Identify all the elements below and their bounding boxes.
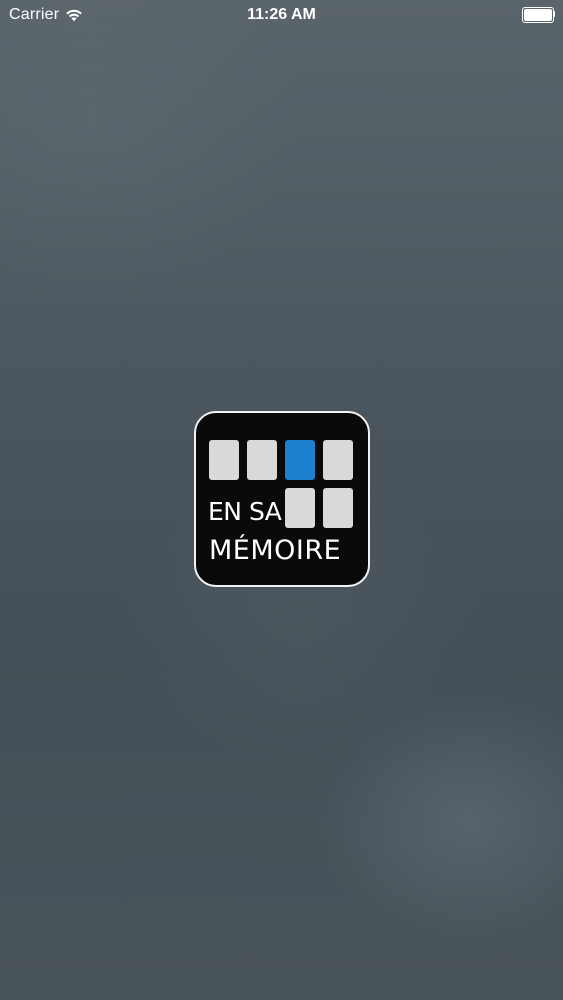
logo-tile xyxy=(323,488,353,528)
logo-tile xyxy=(247,440,277,480)
battery-body xyxy=(522,7,554,23)
app-logo: EN SA MÉMOIRE xyxy=(194,411,370,587)
logo-text-line1: EN SA xyxy=(208,497,282,526)
status-time: 11:26 AM xyxy=(247,6,316,23)
logo-tile-accent xyxy=(285,440,315,480)
battery-icon xyxy=(522,7,555,23)
logo-text-line2: MÉMOIRE xyxy=(209,535,342,566)
logo-tile xyxy=(209,440,239,480)
logo-tile xyxy=(323,440,353,480)
status-bar: Carrier 11:26 AM xyxy=(0,0,563,30)
battery-fill xyxy=(524,9,552,21)
logo-tile xyxy=(285,488,315,528)
battery-tip xyxy=(553,11,555,17)
